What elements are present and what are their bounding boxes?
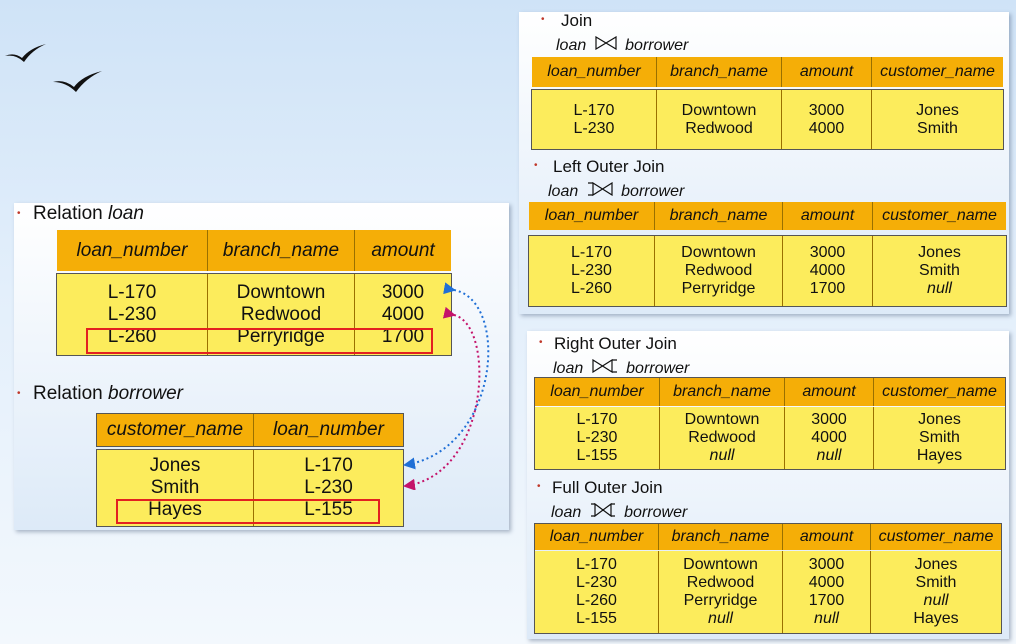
highlight-unmatched-loan [86, 328, 433, 354]
loan-title-name: loan [108, 203, 144, 224]
expr-left: loan [556, 37, 587, 54]
left-header-amount: amount [783, 202, 873, 230]
left-outer-join-expression: loan borrower [548, 182, 684, 201]
borrower-header-border [96, 413, 404, 447]
join-table-header: loan_number branch_name amount customer_… [532, 57, 1003, 87]
full-outer-join-expression: loan borrower [551, 503, 687, 522]
bullet-icon: • [537, 481, 541, 492]
bird-icon [53, 71, 102, 92]
left-header-loan-number: loan_number [529, 202, 655, 230]
expr-left: loan [553, 360, 584, 377]
loan-header-branch-name: branch_name [208, 230, 355, 271]
bullet-icon: • [539, 337, 543, 348]
loan-header-loan-number: loan_number [57, 230, 208, 271]
left-outer-join-title: Left Outer Join [553, 157, 665, 176]
expr-right: borrower [621, 183, 685, 200]
expr-right: borrower [624, 504, 688, 521]
match-arrow-magenta [403, 306, 481, 490]
loan-relation-title: Relation loan [33, 203, 144, 225]
expr-right: borrower [626, 360, 690, 377]
right-outer-join-title: Right Outer Join [554, 334, 677, 353]
full-join-table-border [534, 523, 1002, 634]
right-outer-join-icon [592, 359, 617, 373]
bullet-icon: • [534, 160, 538, 171]
borrower-title-name: borrower [108, 383, 183, 404]
loan-title-prefix: Relation [33, 203, 108, 224]
right-join-table-border [534, 377, 1006, 470]
left-header-customer-name: customer_name [873, 202, 1006, 230]
left-outer-join-icon [587, 182, 613, 196]
borrower-relation-title: Relation borrower [33, 383, 183, 405]
match-arrows [403, 282, 490, 490]
join-table-border [531, 89, 1004, 150]
full-outer-join-title: Full Outer Join [552, 478, 663, 497]
right-outer-join-expression: loan borrower [553, 359, 689, 378]
expr-left: loan [548, 183, 579, 200]
natural-join-icon [595, 36, 617, 50]
borrower-title-prefix: Relation [33, 383, 108, 404]
join-header-amount: amount [782, 57, 872, 87]
loan-table-header: loan_number branch_name amount [57, 230, 451, 271]
join-expression: loan borrower [556, 36, 688, 55]
left-header-branch-name: branch_name [655, 202, 783, 230]
loan-header-amount: amount [355, 230, 451, 271]
full-outer-join-icon [590, 503, 615, 517]
bullet-icon: • [17, 388, 21, 399]
highlight-unmatched-borrower [116, 499, 380, 524]
left-join-table-border [528, 235, 1007, 307]
bird-icon [5, 44, 46, 62]
bullet-icon: • [17, 208, 21, 219]
join-header-loan-number: loan_number [532, 57, 657, 87]
match-arrow-blue [403, 282, 490, 470]
left-join-table-header: loan_number branch_name amount customer_… [529, 202, 1006, 230]
expr-left: loan [551, 504, 582, 521]
expr-right: borrower [625, 37, 689, 54]
join-header-branch-name: branch_name [657, 57, 782, 87]
join-header-customer-name: customer_name [872, 57, 1003, 87]
bullet-icon: • [541, 14, 545, 25]
join-title: Join [561, 11, 593, 30]
